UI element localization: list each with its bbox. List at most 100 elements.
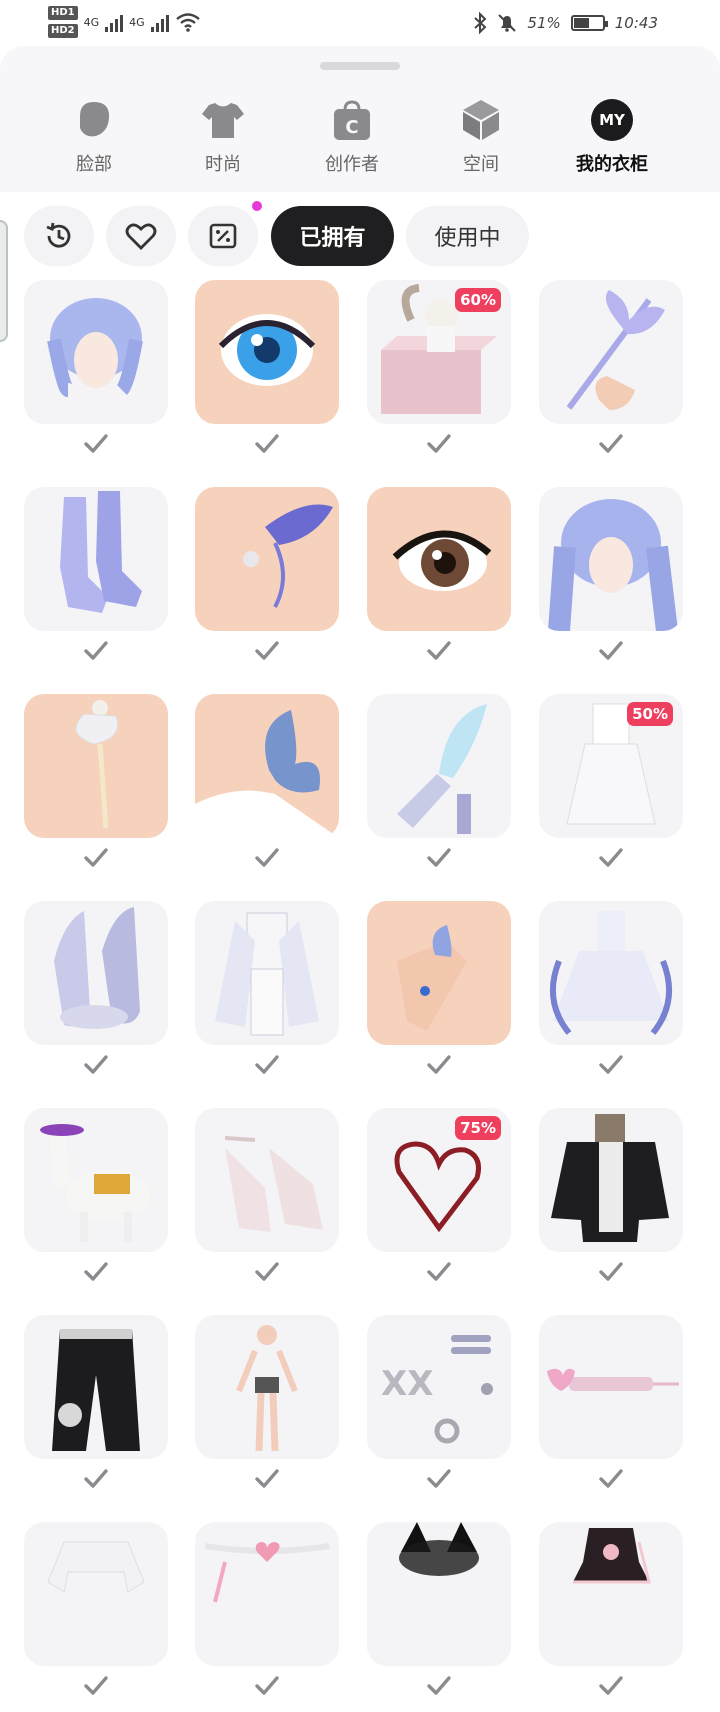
owned-filter-tab[interactable]: 已拥有	[271, 206, 394, 266]
item-image	[215, 912, 319, 1036]
filter-bar: 已拥有 使用中	[0, 201, 720, 270]
item-thumbnail-black-dragon-jacket[interactable]	[539, 1108, 683, 1252]
in-use-filter-tab[interactable]: 使用中	[406, 206, 529, 266]
favorite-filter[interactable]	[106, 206, 176, 266]
wardrobe-item[interactable]	[367, 1522, 511, 1712]
wardrobe-item[interactable]	[24, 1108, 168, 1298]
item-thumbnail-black-lace-top[interactable]	[539, 1522, 683, 1666]
item-image	[40, 1123, 150, 1242]
item-thumbnail-blue-hair-short[interactable]	[24, 280, 168, 424]
wardrobe-item[interactable]: 50%	[539, 694, 683, 884]
wardrobe-item[interactable]	[539, 1108, 683, 1298]
item-thumbnail-black-cargo-pants[interactable]	[24, 1315, 168, 1459]
sheet-drag-handle[interactable]	[320, 62, 400, 70]
clock: 10:43	[614, 14, 658, 32]
item-image	[204, 1542, 330, 1603]
wardrobe-item[interactable]	[539, 1522, 683, 1712]
item-thumbnail-butterfly-wand[interactable]	[539, 280, 683, 424]
item-thumbnail-shoulder-butterfly[interactable]	[195, 694, 339, 838]
item-thumbnail-white-dress[interactable]: 50%	[539, 694, 683, 838]
item-thumbnail-butterfly-heels[interactable]	[24, 901, 168, 1045]
item-image	[551, 1114, 669, 1242]
category-face[interactable]: 脸部	[34, 98, 154, 176]
item-thumbnail-platform-heels[interactable]	[195, 1108, 339, 1252]
owned-check-icon	[427, 1055, 451, 1074]
hd2-badge: HD2	[48, 24, 78, 38]
category-fashion[interactable]: 时尚	[163, 98, 283, 176]
owned-check-icon	[427, 641, 451, 660]
owned-check-icon	[84, 434, 108, 453]
item-image	[54, 907, 140, 1029]
network-2-label: 4G	[129, 15, 145, 29]
wardrobe-item[interactable]	[195, 1108, 339, 1298]
item-thumbnail-piercing-set[interactable]: XX	[367, 1315, 511, 1459]
item-thumbnail-blue-hair-long[interactable]	[539, 487, 683, 631]
hd-indicators: HD1 HD2	[48, 6, 78, 38]
history-filter[interactable]	[24, 206, 94, 266]
wardrobe-item[interactable]	[24, 694, 168, 884]
wardrobe-item[interactable]	[539, 901, 683, 1091]
wardrobe-item[interactable]	[367, 487, 511, 677]
wardrobe-item[interactable]	[195, 1522, 339, 1712]
item-image: XX	[381, 1335, 493, 1444]
item-thumbnail-white-top[interactable]	[24, 1522, 168, 1666]
item-image	[47, 1541, 145, 1593]
category-creator[interactable]: C 创作者	[292, 98, 412, 176]
item-image	[392, 530, 492, 591]
item-thumbnail-fairy-gown[interactable]	[539, 901, 683, 1045]
wardrobe-item[interactable]	[539, 487, 683, 677]
wardrobe-item[interactable]	[24, 1315, 168, 1505]
signal-2-icon	[150, 12, 169, 32]
item-thumbnail-pink-syringe[interactable]	[539, 1315, 683, 1459]
wardrobe-item[interactable]	[24, 487, 168, 677]
item-thumbnail-pearl-earring[interactable]	[24, 694, 168, 838]
my-wardrobe-icon: MY	[590, 98, 634, 142]
coupon-filter[interactable]	[188, 206, 258, 266]
item-thumbnail-white-suit[interactable]	[195, 901, 339, 1045]
item-thumbnail-crystal-boots[interactable]	[24, 487, 168, 631]
owned-check-icon	[427, 1262, 451, 1281]
item-thumbnail-blue-eye[interactable]	[195, 280, 339, 424]
category-space[interactable]: 空间	[421, 98, 541, 176]
item-thumbnail-pink-heart-choker[interactable]	[195, 1522, 339, 1666]
owned-check-icon	[255, 848, 279, 867]
wardrobe-item[interactable]	[24, 280, 168, 470]
mute-bell-icon	[498, 14, 517, 32]
wardrobe-item[interactable]	[24, 901, 168, 1091]
item-thumbnail-butterfly-ring-hand[interactable]	[367, 901, 511, 1045]
wardrobe-item[interactable]	[195, 487, 339, 677]
wardrobe-item[interactable]: 75%	[367, 1108, 511, 1298]
item-image	[75, 700, 119, 829]
item-thumbnail-cat-box[interactable]: 60%	[367, 280, 511, 424]
wardrobe-item[interactable]	[367, 694, 511, 884]
item-thumbnail-black-cat-ears[interactable]	[367, 1522, 511, 1666]
wardrobe-item[interactable]	[539, 1315, 683, 1505]
category-my-wardrobe[interactable]: MY 我的衣柜	[552, 98, 672, 176]
owned-check-icon	[255, 1262, 279, 1281]
wardrobe-item[interactable]	[367, 901, 511, 1091]
owned-check-icon	[255, 1055, 279, 1074]
item-thumbnail-ice-wing-leg[interactable]	[367, 694, 511, 838]
owned-check-icon	[255, 1469, 279, 1488]
category-bar: 脸部 时尚 C 创作者 空间 MY 我的衣柜	[0, 46, 720, 192]
item-thumbnail-base-body[interactable]	[195, 1315, 339, 1459]
wardrobe-item[interactable]	[195, 1315, 339, 1505]
wardrobe-item[interactable]: XX	[367, 1315, 511, 1505]
wardrobe-item[interactable]	[195, 280, 339, 470]
item-thumbnail-brown-eye-lashes[interactable]	[367, 487, 511, 631]
owned-check-icon	[84, 848, 108, 867]
wardrobe-item[interactable]	[539, 280, 683, 470]
heart-icon	[125, 223, 157, 250]
owned-check-icon	[427, 434, 451, 453]
item-image	[243, 504, 333, 608]
category-label: 创作者	[325, 154, 379, 175]
wardrobe-item[interactable]	[195, 901, 339, 1091]
wardrobe-item[interactable]	[195, 694, 339, 884]
owned-check-icon	[599, 641, 623, 660]
item-thumbnail-goose-mount[interactable]	[24, 1108, 168, 1252]
wardrobe-item[interactable]: 60%	[367, 280, 511, 470]
item-thumbnail-heart-scribble[interactable]: 75%	[367, 1108, 511, 1252]
item-thumbnail-butterfly-earring[interactable]	[195, 487, 339, 631]
side-drawer-tab[interactable]	[0, 220, 8, 342]
wardrobe-item[interactable]	[24, 1522, 168, 1712]
